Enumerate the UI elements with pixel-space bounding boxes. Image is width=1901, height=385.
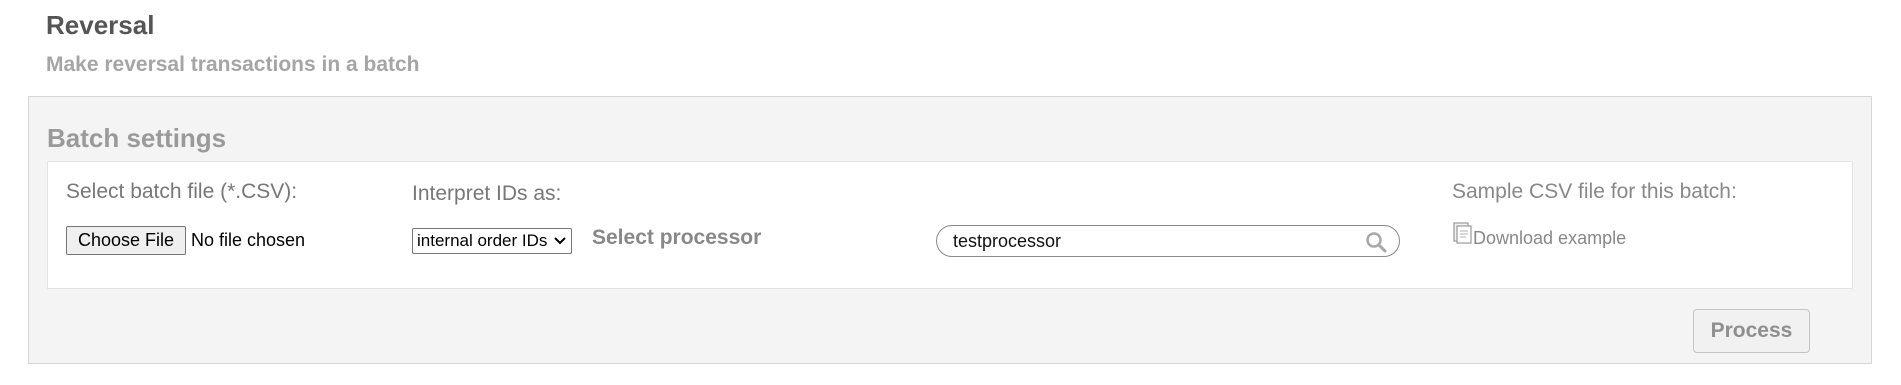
file-status-text: No file chosen bbox=[191, 230, 306, 250]
document-icon bbox=[1452, 222, 1472, 244]
search-icon[interactable] bbox=[1365, 231, 1387, 253]
download-example-link[interactable]: Download example bbox=[1473, 228, 1626, 249]
batch-settings-form: Select batch file (*.CSV): Choose File N… bbox=[47, 161, 1853, 289]
interpret-ids-select[interactable]: internal order IDs bbox=[412, 228, 573, 254]
batch-settings-panel: Batch settings Select batch file (*.CSV)… bbox=[28, 96, 1872, 364]
interpret-ids-label: Interpret IDs as: bbox=[412, 182, 562, 205]
select-processor-label: Select processor bbox=[592, 226, 762, 249]
page-title: Reversal bbox=[46, 10, 155, 40]
sample-csv-label: Sample CSV file for this batch: bbox=[1452, 180, 1737, 203]
batch-file-label: Select batch file (*.CSV): bbox=[66, 180, 298, 203]
processor-search-value: testprocessor bbox=[953, 231, 1062, 251]
choose-file-button[interactable]: Choose File bbox=[66, 226, 187, 255]
panel-title: Batch settings bbox=[47, 123, 227, 153]
chevron-down-icon bbox=[553, 234, 567, 249]
processor-search-input[interactable]: testprocessor bbox=[936, 225, 1400, 257]
process-button[interactable]: Process bbox=[1693, 309, 1810, 353]
page-subtitle: Make reversal transactions in a batch bbox=[46, 53, 420, 76]
interpret-ids-selected-value: internal order IDs bbox=[417, 231, 548, 250]
